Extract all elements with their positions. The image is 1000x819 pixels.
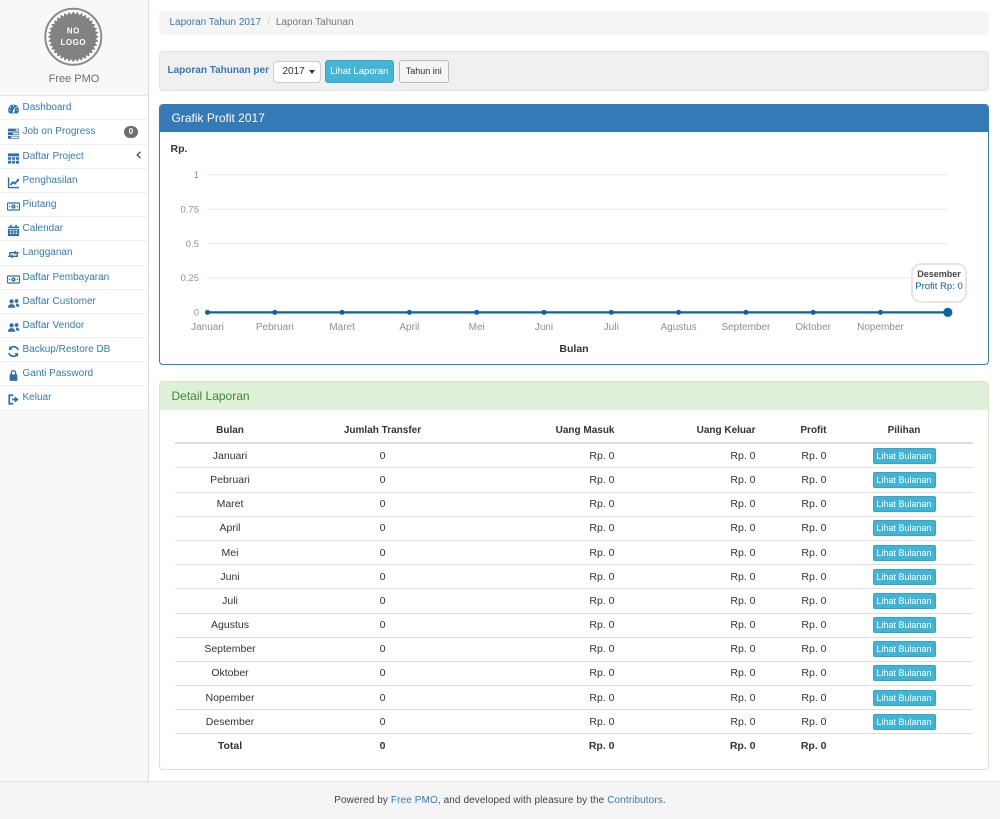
svg-text:Oktober: Oktober [795, 322, 831, 333]
svg-text:0.5: 0.5 [185, 239, 198, 250]
svg-text:Agustus: Agustus [660, 322, 696, 333]
svg-text:April: April [399, 322, 419, 333]
svg-text:Bulan: Bulan [559, 343, 588, 355]
svg-text:Juli: Juli [603, 322, 618, 333]
svg-text:Maret: Maret [329, 322, 355, 333]
svg-text:0.25: 0.25 [180, 273, 199, 284]
svg-text:Januari: Januari [191, 322, 224, 333]
svg-text:Mei: Mei [468, 322, 484, 333]
svg-text:Juni: Juni [534, 322, 552, 333]
svg-text:0.75: 0.75 [180, 204, 199, 215]
svg-text:Pebruari: Pebruari [255, 322, 293, 333]
svg-text:NO: NO [67, 27, 80, 36]
svg-text:LOGO: LOGO [61, 38, 87, 47]
svg-text:1: 1 [193, 170, 198, 181]
svg-text:Nopember: Nopember [857, 322, 904, 333]
svg-text:0: 0 [193, 308, 198, 319]
svg-text:September: September [721, 322, 771, 333]
